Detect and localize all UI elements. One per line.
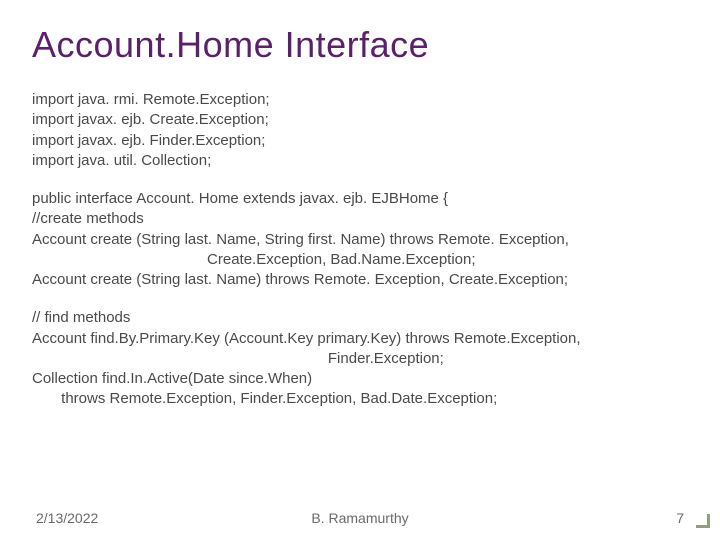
footer: 2/13/2022 B. Ramamurthy 7 xyxy=(0,510,720,526)
code-line: import javax. ejb. Create.Exception; xyxy=(32,110,688,130)
imports-block: import java. rmi. Remote.Exception; impo… xyxy=(32,90,688,171)
code-line: import java. rmi. Remote.Exception; xyxy=(32,90,688,110)
code-line: import javax. ejb. Finder.Exception; xyxy=(32,131,688,151)
create-methods-block: public interface Account. Home extends j… xyxy=(32,189,688,290)
code-line: Collection find.In.Active(Date since.Whe… xyxy=(32,369,688,389)
code-line: //create methods xyxy=(32,209,688,229)
code-line: throws Remote.Exception, Finder.Exceptio… xyxy=(32,389,688,409)
code-line: public interface Account. Home extends j… xyxy=(32,189,688,209)
code-line: Account create (String last. Name, Strin… xyxy=(32,230,688,250)
code-line: Create.Exception, Bad.Name.Exception; xyxy=(32,250,688,270)
corner-decoration-icon xyxy=(696,514,710,528)
footer-page-number: 7 xyxy=(676,510,684,526)
footer-date: 2/13/2022 xyxy=(36,510,98,526)
code-line: Account create (String last. Name) throw… xyxy=(32,270,688,290)
code-line: Finder.Exception; xyxy=(32,349,688,369)
find-methods-block: // find methods Account find.By.Primary.… xyxy=(32,308,688,409)
code-line: // find methods xyxy=(32,308,688,328)
page-title: Account.Home Interface xyxy=(32,24,688,66)
code-line: import java. util. Collection; xyxy=(32,151,688,171)
code-line: Account find.By.Primary.Key (Account.Key… xyxy=(32,329,688,349)
footer-author: B. Ramamurthy xyxy=(311,510,408,526)
slide: Account.Home Interface import java. rmi.… xyxy=(0,0,720,540)
